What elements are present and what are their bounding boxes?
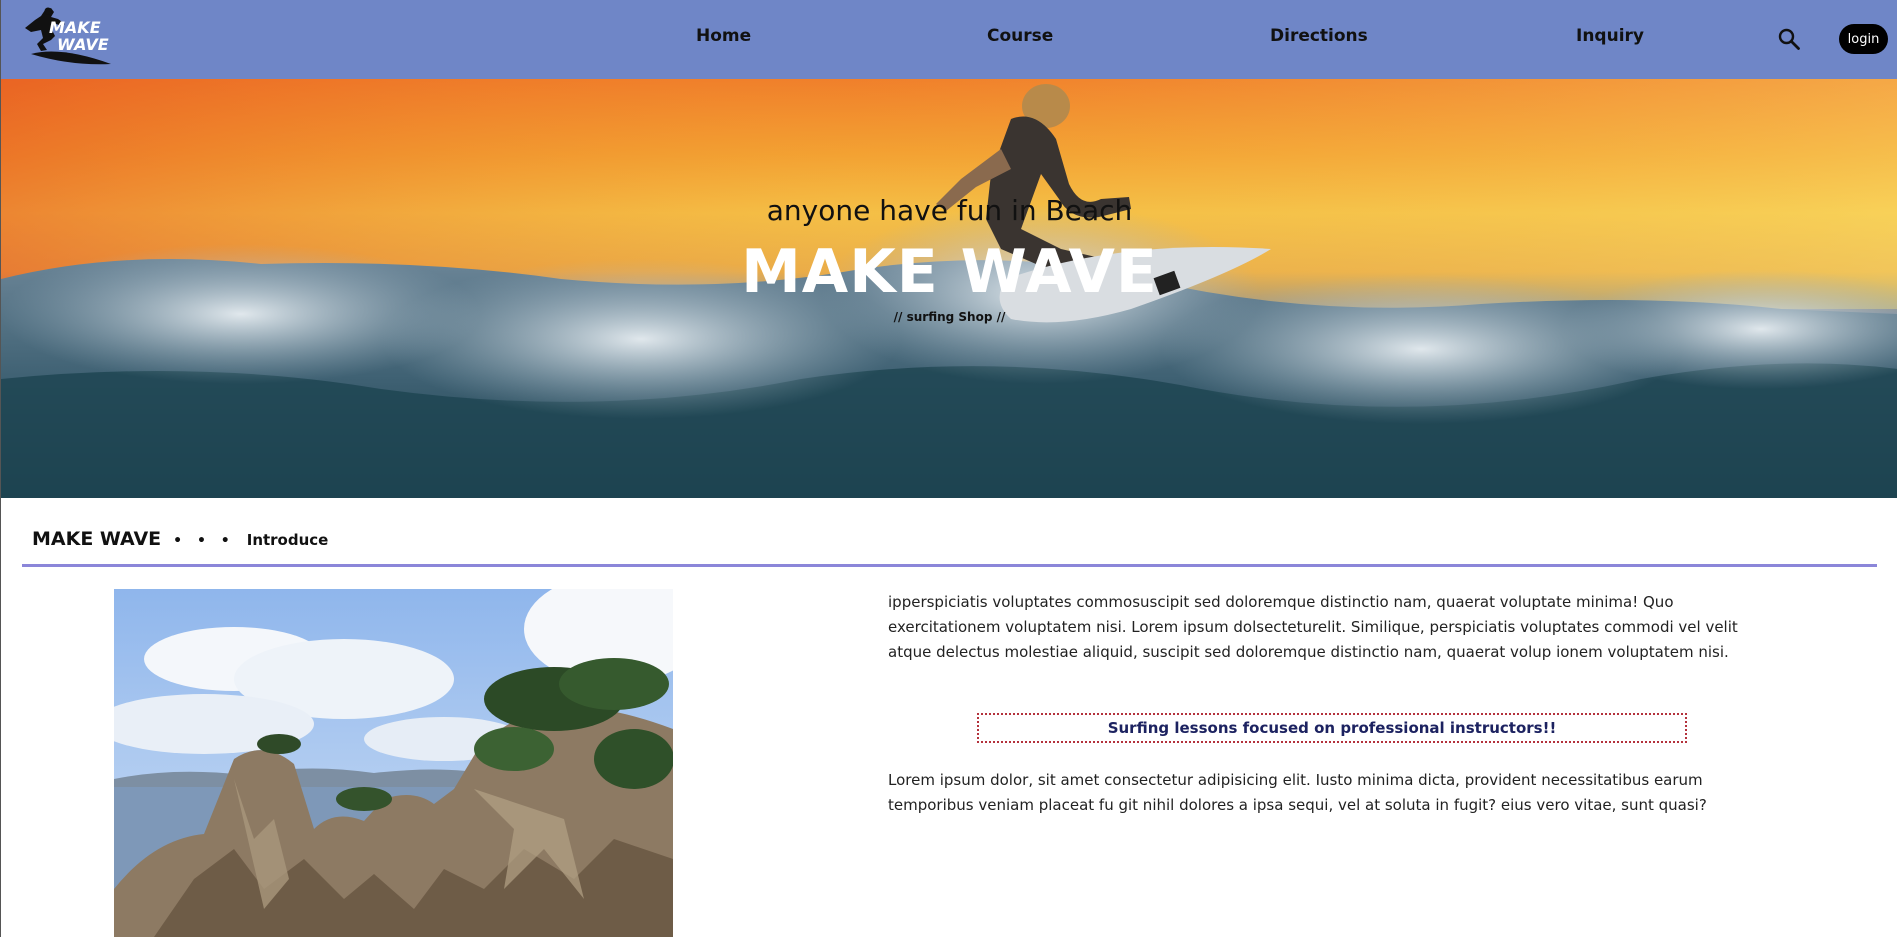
logo-word-wave: WAVE: [57, 35, 109, 54]
page: MAKE WAVE Home Course Directions Inquiry…: [0, 0, 1897, 937]
intro-brand: MAKE WAVE: [32, 528, 162, 550]
hero-banner: anyone have fun in Beach MAKE WAVE // su…: [1, 79, 1897, 498]
coastal-rocks-photo: [114, 589, 673, 937]
nav-directions[interactable]: Directions: [1270, 26, 1368, 46]
intro-dots: • • •: [173, 533, 235, 549]
nav-home[interactable]: Home: [696, 26, 751, 46]
intro-divider: [22, 564, 1877, 567]
intro-paragraph-2: Lorem ipsum dolor, sit amet consectetur …: [888, 771, 1707, 814]
nav-inquiry[interactable]: Inquiry: [1576, 26, 1644, 46]
intro-heading: MAKE WAVE • • • Introduce: [32, 528, 328, 550]
lesson-highlight: Surfing lessons focused on professional …: [977, 713, 1687, 743]
intro-paragraph-1: ipperspiciatis voluptates commosuscipit …: [888, 593, 1738, 661]
top-header: MAKE WAVE Home Course Directions Inquiry…: [1, 0, 1897, 79]
hero-title: MAKE WAVE: [741, 237, 1158, 307]
hero-tagline: anyone have fun in Beach: [766, 194, 1133, 227]
hero-subtitle: // surfing Shop //: [893, 310, 1006, 324]
search-icon[interactable]: [1777, 27, 1801, 51]
intro-label: Introduce: [246, 531, 329, 549]
make-wave-logo[interactable]: MAKE WAVE: [21, 6, 113, 70]
login-button[interactable]: login: [1839, 24, 1888, 54]
nav-course[interactable]: Course: [987, 26, 1053, 46]
